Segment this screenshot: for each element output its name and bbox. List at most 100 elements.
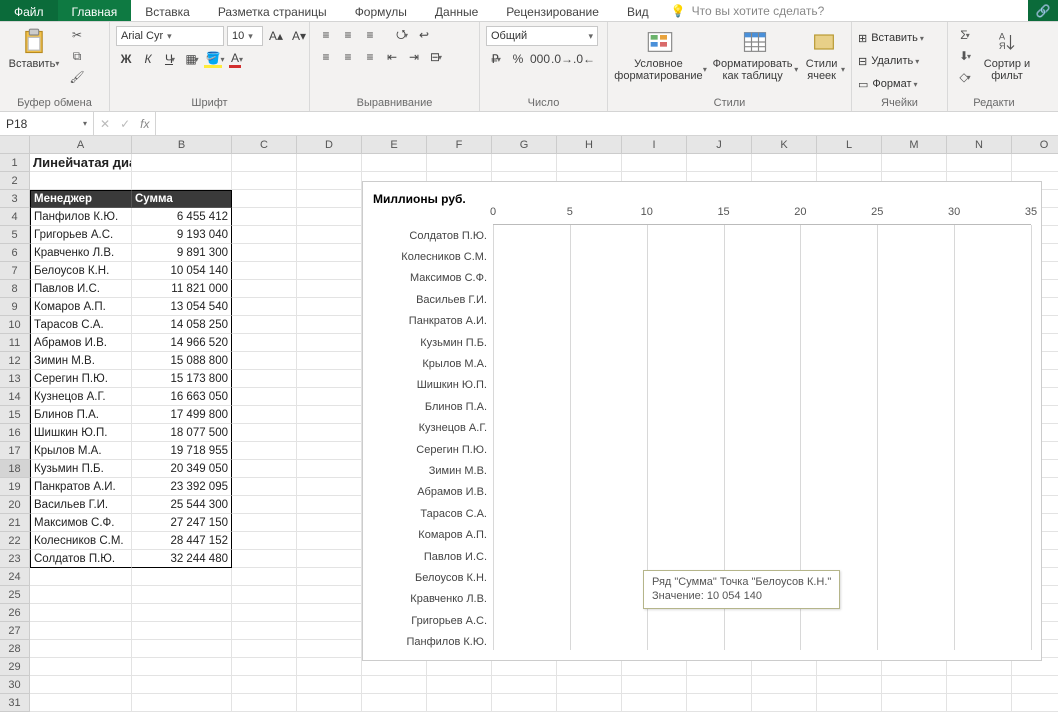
grid[interactable]: ABCDEFGHIJKLMNO 123456789101112131415161… <box>0 136 1058 726</box>
col-header-L[interactable]: L <box>817 136 882 154</box>
row-header-21[interactable]: 21 <box>0 514 30 532</box>
row-header-1[interactable]: 1 <box>0 154 30 172</box>
cell[interactable]: 32 244 480 <box>132 550 232 568</box>
cell[interactable] <box>232 622 297 640</box>
cell[interactable]: Блинов П.А. <box>30 406 132 424</box>
cell[interactable] <box>882 676 947 694</box>
cell[interactable] <box>752 154 817 172</box>
tab-review[interactable]: Рецензирование <box>492 0 613 21</box>
cell[interactable]: Павлов И.С. <box>30 280 132 298</box>
col-header-K[interactable]: K <box>752 136 817 154</box>
cell[interactable] <box>297 370 362 388</box>
tell-me[interactable]: 💡 Что вы хотите сделать? <box>663 0 1028 21</box>
cell[interactable] <box>232 604 297 622</box>
cell[interactable] <box>232 514 297 532</box>
cell[interactable] <box>297 244 362 262</box>
row-header-9[interactable]: 9 <box>0 298 30 316</box>
cell[interactable]: 28 447 152 <box>132 532 232 550</box>
cell[interactable] <box>882 154 947 172</box>
bold-button[interactable]: Ж <box>116 50 136 68</box>
cell[interactable]: 10 054 140 <box>132 262 232 280</box>
cell[interactable]: 17 499 800 <box>132 406 232 424</box>
cell[interactable]: Комаров А.П. <box>30 298 132 316</box>
fx-button[interactable]: fx <box>140 117 149 131</box>
italic-button[interactable]: К <box>138 50 158 68</box>
cell[interactable] <box>132 694 232 712</box>
format-cells-button[interactable]: ▭Формат▾ <box>858 74 918 94</box>
cell[interactable]: Солдатов П.Ю. <box>30 550 132 568</box>
cell[interactable]: Тарасов С.А. <box>30 316 132 334</box>
cell[interactable] <box>297 280 362 298</box>
cell[interactable] <box>232 316 297 334</box>
cell[interactable] <box>362 676 427 694</box>
font-color-button[interactable]: A▾ <box>226 50 246 68</box>
cell[interactable] <box>232 406 297 424</box>
row-header-13[interactable]: 13 <box>0 370 30 388</box>
wrap-text-button[interactable]: ↩ <box>414 26 434 44</box>
align-left-button[interactable]: ≡ <box>316 48 336 66</box>
cell[interactable] <box>232 496 297 514</box>
cell[interactable] <box>232 208 297 226</box>
cell[interactable]: 18 077 500 <box>132 424 232 442</box>
decrease-indent-button[interactable]: ⇤ <box>382 48 402 66</box>
col-header-O[interactable]: O <box>1012 136 1058 154</box>
col-header-B[interactable]: B <box>132 136 232 154</box>
cell[interactable] <box>297 586 362 604</box>
cell[interactable]: 11 821 000 <box>132 280 232 298</box>
cell[interactable] <box>1012 676 1058 694</box>
cell[interactable] <box>132 568 232 586</box>
paste-button[interactable]: Вставить▾ <box>6 26 62 70</box>
cell[interactable] <box>232 460 297 478</box>
cell[interactable] <box>232 676 297 694</box>
cell[interactable] <box>297 316 362 334</box>
col-header-N[interactable]: N <box>947 136 1012 154</box>
row-header-15[interactable]: 15 <box>0 406 30 424</box>
percent-button[interactable]: % <box>508 50 528 68</box>
cell[interactable] <box>947 154 1012 172</box>
cell[interactable]: 23 392 095 <box>132 478 232 496</box>
row-header-28[interactable]: 28 <box>0 640 30 658</box>
cell[interactable] <box>752 676 817 694</box>
col-header-F[interactable]: F <box>427 136 492 154</box>
orientation-button[interactable]: ⭯▾ <box>392 26 412 44</box>
cell[interactable]: Максимов С.Ф. <box>30 514 132 532</box>
row-header-18[interactable]: 18 <box>0 460 30 478</box>
col-header-I[interactable]: I <box>622 136 687 154</box>
format-as-table-button[interactable]: Форматировать как таблицу▾ <box>711 26 798 82</box>
cell[interactable] <box>132 172 232 190</box>
tab-layout[interactable]: Разметка страницы <box>204 0 341 21</box>
row-header-7[interactable]: 7 <box>0 262 30 280</box>
confirm-input-icon[interactable]: ✓ <box>120 117 130 131</box>
cell[interactable] <box>882 694 947 712</box>
cell[interactable]: 19 718 955 <box>132 442 232 460</box>
row-header-26[interactable]: 26 <box>0 604 30 622</box>
cell-styles-button[interactable]: Стили ячеек▾ <box>802 26 845 82</box>
col-header-D[interactable]: D <box>297 136 362 154</box>
cell[interactable] <box>622 154 687 172</box>
cell[interactable] <box>752 694 817 712</box>
cell[interactable]: 13 054 540 <box>132 298 232 316</box>
row-header-16[interactable]: 16 <box>0 424 30 442</box>
row-header-4[interactable]: 4 <box>0 208 30 226</box>
row-header-17[interactable]: 17 <box>0 442 30 460</box>
cell[interactable] <box>427 154 492 172</box>
cell[interactable] <box>297 568 362 586</box>
autosum-button[interactable]: Σ▾ <box>954 26 976 44</box>
cell[interactable] <box>297 514 362 532</box>
cell[interactable] <box>232 280 297 298</box>
cell[interactable]: Сумма <box>132 190 232 208</box>
cell[interactable]: 20 349 050 <box>132 460 232 478</box>
cell[interactable] <box>30 640 132 658</box>
cut-button[interactable]: ✂ <box>66 26 88 44</box>
chart[interactable]: Миллионы руб. 05101520253035 Солдатов П.… <box>362 181 1042 661</box>
cell[interactable] <box>1012 154 1058 172</box>
decrease-decimal-button[interactable]: .0← <box>574 50 594 68</box>
cell[interactable] <box>30 622 132 640</box>
cell[interactable] <box>30 658 132 676</box>
col-header-G[interactable]: G <box>492 136 557 154</box>
merge-button[interactable]: ⊟▾ <box>426 48 446 66</box>
cell[interactable] <box>232 550 297 568</box>
row-header-31[interactable]: 31 <box>0 694 30 712</box>
cell[interactable] <box>30 586 132 604</box>
tab-file[interactable]: Файл <box>0 0 58 21</box>
